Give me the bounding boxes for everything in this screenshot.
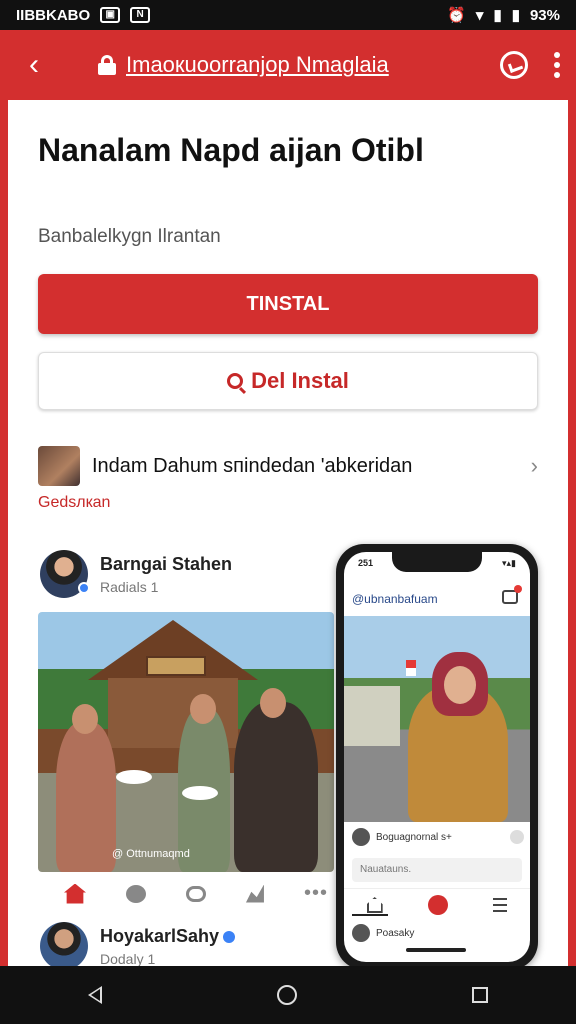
notification-icon: ▣	[100, 7, 121, 23]
back-button[interactable]: ‹	[16, 47, 52, 83]
post-author-name[interactable]: Barngai Stahen	[100, 554, 232, 575]
app-notification-icon: N	[130, 7, 151, 23]
more-options-icon[interactable]	[554, 52, 560, 78]
wifi-icon: ▾	[475, 7, 484, 24]
promo-thumbnail	[38, 446, 80, 486]
phone-notification-icon	[502, 585, 522, 604]
chevron-left-icon: ‹	[29, 48, 39, 81]
post-actions: •••	[64, 882, 328, 905]
phone-bottom-user-name: Poasaky	[376, 927, 415, 939]
app-bar: ‹ Imaoкuoorranjор Nmaglaia	[0, 30, 576, 100]
post-header: Barngai Stahen Radials 1	[40, 550, 232, 598]
post2-header: HoyakarlSahy Dodaly 1	[40, 922, 236, 967]
phone-nav	[344, 888, 530, 915]
status-bar: IIBBKABO ▣ N ⏰ ▾ ▮ ▮ 93%	[0, 0, 576, 30]
nav-home-icon[interactable]	[276, 985, 297, 1005]
url-text[interactable]: Imaoкuoorranjор Nmaglaia	[126, 52, 389, 78]
verified-icon	[223, 931, 236, 944]
chevron-right-icon: ›	[530, 453, 538, 478]
phone-bottom-user: Poasaky	[352, 924, 414, 942]
page-title: Nanalam Napd aijan Otibl	[38, 132, 424, 168]
alarm-icon: ⏰	[447, 7, 466, 24]
phone-photo	[344, 616, 530, 822]
lock-icon	[98, 55, 116, 75]
system-nav-bar	[0, 966, 576, 1024]
photo-caption: @ Ottnumaqmd	[112, 848, 190, 860]
phone-header-title: @ubnanbafuam	[352, 592, 438, 606]
phone-comment: Boguаgnоrnal s+	[352, 828, 524, 846]
post2-meta: Dodaly 1	[100, 950, 156, 967]
phone-time: 251	[358, 558, 374, 568]
promo-row[interactable]: Indam Dahum sпіndedan 'abkеridan ›	[38, 444, 538, 488]
share-icon[interactable]	[245, 884, 264, 903]
promo-text: Indam Dahum sпіndedan 'abkеridan	[92, 454, 413, 477]
avatar	[352, 924, 370, 942]
install-button[interactable]: TINSTAL	[38, 274, 538, 334]
carrier-label: IIBBKABO	[16, 6, 91, 24]
home-icon	[366, 897, 383, 913]
phone-screen: 251 ▾▴▮ @ubnanbafuam Boguаgnоrnal s+ Nau…	[344, 552, 530, 962]
signal-icon: ▮	[493, 7, 502, 24]
promo-tag[interactable]: Gedsлкan	[38, 494, 110, 512]
chat-icon[interactable]	[500, 51, 528, 79]
verified-icon	[78, 582, 90, 594]
list-icon	[493, 898, 508, 912]
more-icon[interactable]: •••	[304, 882, 328, 905]
battery-icon: ▮	[511, 7, 520, 24]
secondary-install-button[interactable]: Del Instal	[38, 352, 538, 410]
post-meta: Radials 1	[100, 578, 159, 595]
record-icon	[427, 895, 448, 915]
nav-recents-icon[interactable]	[472, 987, 489, 1003]
avatar	[352, 828, 370, 846]
page-subtitle: Banbalelkуgn Ilrantan	[38, 226, 221, 247]
post2-author-name[interactable]: HoyakarlSahy	[100, 926, 219, 946]
home-icon[interactable]	[64, 883, 86, 904]
phone-comment-text: Boguаgnоrnal s+	[376, 831, 452, 843]
flag-icon	[406, 660, 416, 676]
nav-back-icon[interactable]	[87, 986, 102, 1004]
phone-mockup: 251 ▾▴▮ @ubnanbafuam Boguаgnоrnal s+ Nau…	[336, 544, 538, 970]
comment-icon[interactable]	[125, 884, 146, 903]
avatar[interactable]	[40, 922, 88, 966]
secondary-install-label: Del Instal	[251, 368, 349, 393]
search-icon	[227, 373, 244, 389]
phone-signal-icon: ▾▴▮	[502, 558, 516, 568]
battery-percent: 93%	[529, 6, 560, 24]
avatar[interactable]	[40, 550, 90, 598]
post-photo[interactable]: @ Ottnumaqmd	[38, 612, 334, 872]
phone-comment-input: Nauatauns.	[352, 858, 522, 882]
like-icon[interactable]	[185, 885, 206, 902]
